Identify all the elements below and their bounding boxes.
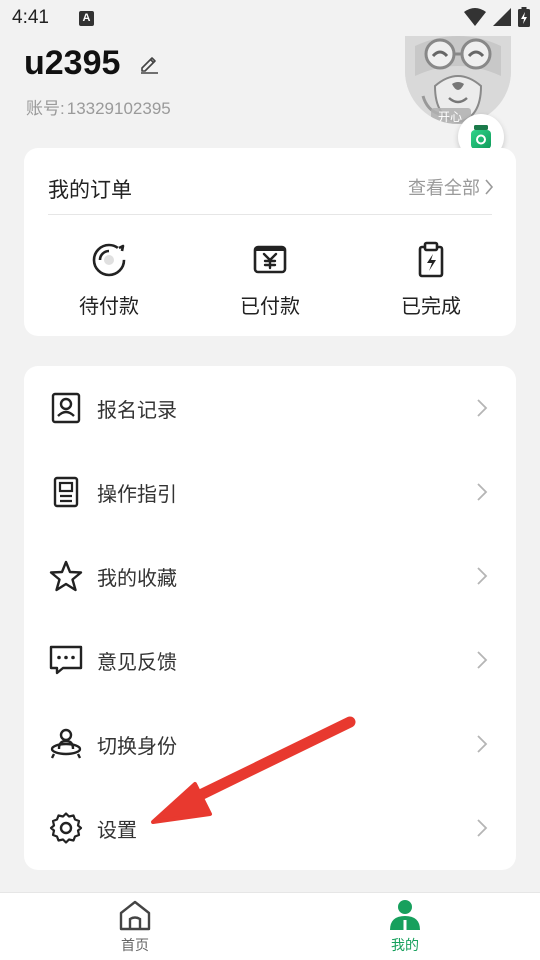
status-bar: 4:41 A	[0, 0, 540, 36]
yen-paid-icon	[253, 245, 287, 274]
order-pending-payment[interactable]: 待付款	[49, 240, 169, 319]
guide-document-icon	[53, 476, 79, 508]
feedback-chat-icon	[49, 645, 83, 675]
orders-title: 我的订单	[48, 178, 132, 202]
order-pending-label: 待付款	[79, 294, 139, 318]
bottom-nav: 首页 我的	[0, 892, 540, 960]
gear-icon	[49, 812, 83, 844]
order-paid[interactable]: 已付款	[210, 240, 330, 319]
battery-icon	[518, 7, 530, 27]
account-info: 账号: 13329102395	[24, 94, 171, 119]
star-icon	[49, 560, 83, 592]
chevron-right-icon	[477, 819, 488, 837]
camera-jar-icon	[471, 125, 491, 149]
pending-payment-icon	[92, 243, 126, 277]
avatar-badge-text: 开心	[438, 110, 462, 124]
status-icons	[464, 7, 530, 27]
menu-item-my-favorites[interactable]: 我的收藏	[24, 534, 516, 618]
nav-mine-label: 我的	[391, 938, 419, 954]
cartoon-face-icon: 开心	[405, 36, 511, 124]
profile-header: u2395 账号: 13329102395 开心	[0, 36, 540, 160]
nav-mine[interactable]: 我的	[365, 899, 445, 955]
menu-label-my-favorites: 我的收藏	[97, 565, 177, 590]
menu-label-feedback: 意见反馈	[97, 649, 177, 674]
nav-home[interactable]: 首页	[95, 899, 175, 955]
status-time: 4:41	[12, 7, 49, 28]
menu-label-switch-identity: 切换身份	[97, 733, 177, 758]
menu-item-feedback[interactable]: 意见反馈	[24, 618, 516, 702]
nav-home-label: 首页	[121, 938, 149, 954]
chevron-right-icon	[485, 179, 494, 195]
account-label: 账号:	[26, 99, 65, 118]
menu-label-registration-record: 报名记录	[97, 397, 177, 422]
chevron-right-icon	[477, 399, 488, 417]
registration-record-icon	[51, 392, 81, 424]
order-completed[interactable]: 已完成	[371, 240, 491, 319]
menu-item-operation-guide[interactable]: 操作指引	[24, 450, 516, 534]
menu-card: 报名记录 操作指引 我的收藏 意见反馈 切换身份 设置	[24, 366, 516, 870]
orders-card: 我的订单 查看全部 待付款 已付款 已完成	[24, 148, 516, 336]
menu-item-registration-record[interactable]: 报名记录	[24, 366, 516, 450]
edit-icon[interactable]	[138, 52, 160, 74]
person-icon	[390, 900, 420, 930]
view-all-orders-link[interactable]: 查看全部	[408, 174, 494, 200]
signal-icon	[493, 8, 511, 26]
menu-label-operation-guide: 操作指引	[97, 481, 177, 506]
orders-divider	[48, 214, 492, 215]
order-completed-label: 已完成	[401, 294, 461, 318]
avatar[interactable]: 开心	[405, 36, 511, 124]
notification-app-icon: A	[78, 10, 94, 26]
switch-identity-icon	[50, 728, 82, 759]
menu-item-switch-identity[interactable]: 切换身份	[24, 702, 516, 786]
menu-label-settings: 设置	[97, 817, 137, 842]
username: u2395	[24, 44, 121, 82]
view-all-label: 查看全部	[408, 178, 480, 199]
chevron-right-icon	[477, 567, 488, 585]
order-paid-label: 已付款	[240, 294, 300, 318]
chevron-right-icon	[477, 735, 488, 753]
chevron-right-icon	[477, 651, 488, 669]
chevron-right-icon	[477, 483, 488, 501]
menu-item-settings[interactable]: 设置	[24, 786, 516, 870]
completed-clipboard-icon	[418, 241, 444, 278]
wifi-icon	[464, 8, 486, 26]
account-value: 13329102395	[66, 99, 171, 118]
home-icon	[119, 900, 151, 931]
